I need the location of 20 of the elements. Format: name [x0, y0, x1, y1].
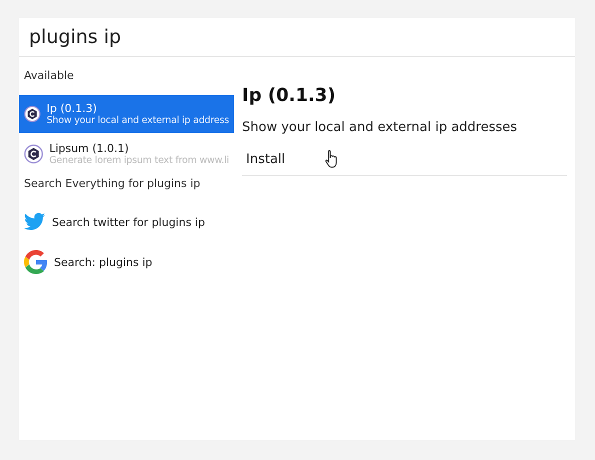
plugin-description: Show your local and external ip addresses	[242, 120, 518, 135]
result-title: Ip (0.1.3)	[46, 102, 98, 115]
plugin-title: Ip (0.1.3)	[242, 85, 337, 106]
result-item[interactable]: Search: plugins ip	[19, 243, 234, 281]
hand-cursor-icon	[325, 149, 340, 169]
section-title: Available	[23, 68, 75, 84]
result-title: Lipsum (1.0.1)	[49, 142, 130, 155]
result-title: Search twitter for plugins ip	[52, 216, 205, 228]
bird-icon	[24, 212, 46, 232]
result-item[interactable]: Search twitter for plugins ip	[19, 203, 234, 241]
result-item[interactable]: Ip (0.1.3) Show your local and external ip address	[19, 95, 234, 133]
install-button[interactable]: Install	[246, 152, 286, 166]
result-item[interactable]: Lipsum (1.0.1) Generate lorem ipsum text from www.li	[19, 135, 234, 173]
plugin-icon	[24, 143, 44, 165]
result-subtitle: Show your local and external ip address	[46, 115, 229, 126]
result-subtitle: Generate lorem ipsum text from www.li	[49, 155, 229, 166]
result-title: Search: plugins ip	[54, 256, 152, 268]
g-logo-icon	[24, 250, 48, 274]
plugin-icon	[24, 103, 41, 125]
section-title: Search Everything for plugins ip	[23, 176, 202, 192]
